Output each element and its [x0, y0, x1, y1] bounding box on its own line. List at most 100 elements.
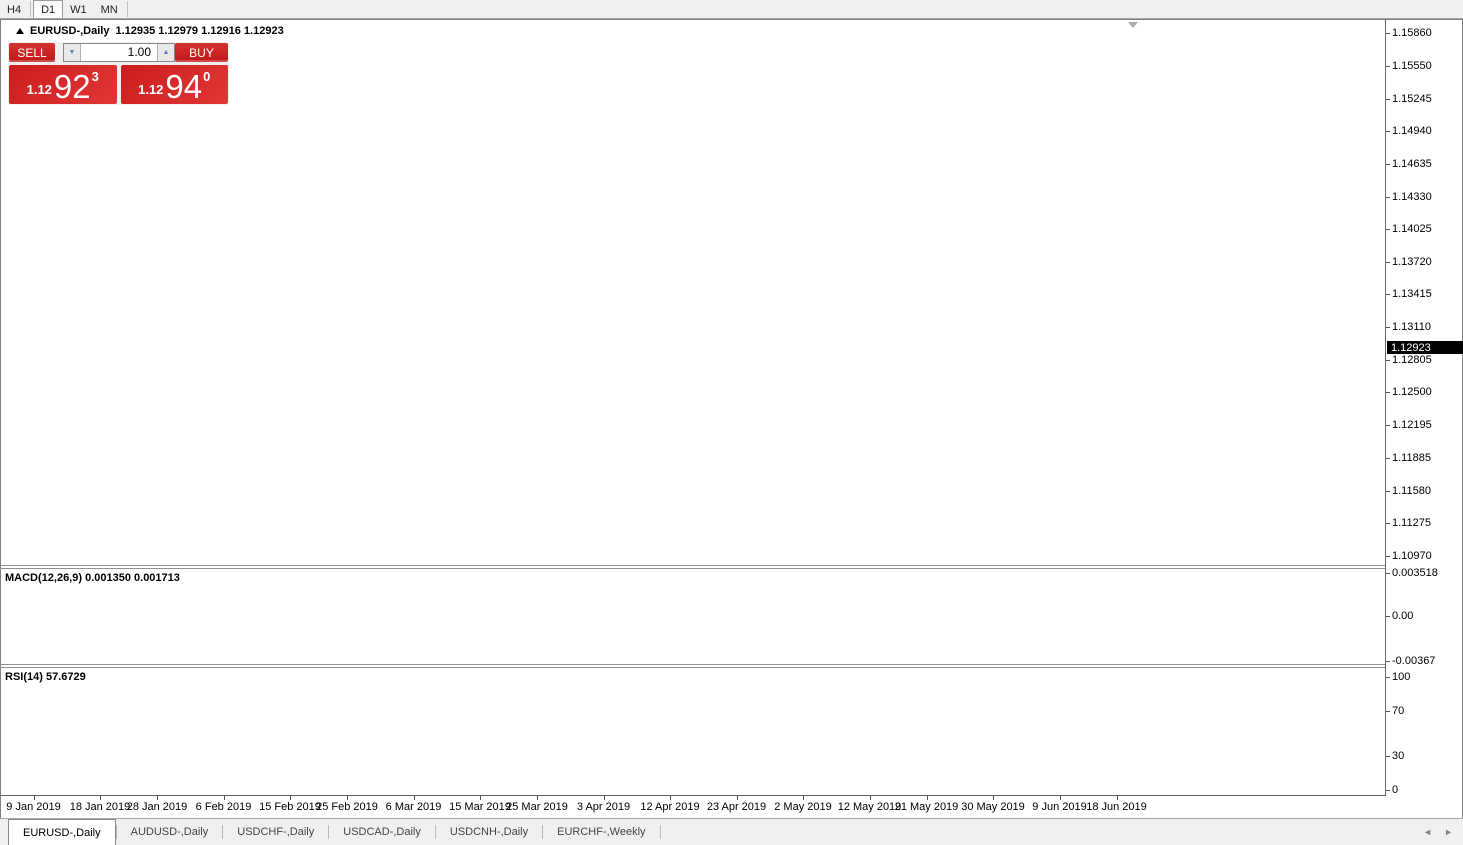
axis-tick — [1386, 197, 1390, 198]
date-label: 15 Mar 2019 — [449, 801, 511, 813]
price-axis-label: 1.15860 — [1392, 27, 1432, 39]
period-button-w1[interactable]: W1 — [63, 0, 94, 18]
symbol-tab-audusd[interactable]: AUDUSD-,Daily — [117, 819, 223, 845]
date-axis-separator — [0, 795, 1385, 796]
axis-tick — [1386, 33, 1390, 34]
axis-tick — [1386, 458, 1390, 459]
axis-tick — [1386, 229, 1390, 230]
period-button-mn[interactable]: MN — [94, 0, 125, 18]
toolbar-separator — [30, 1, 31, 17]
chart-shift-marker-icon[interactable] — [1128, 22, 1138, 28]
volume-increase-icon[interactable]: ▲ — [157, 44, 174, 61]
axis-tick — [1386, 294, 1390, 295]
symbol-tab-eurusd[interactable]: EURUSD-,Daily — [8, 819, 116, 845]
date-label: 30 May 2019 — [961, 801, 1025, 813]
date-label: 6 Mar 2019 — [386, 801, 442, 813]
tab-scroll-arrows: ◄► — [1423, 819, 1463, 845]
symbol-tab-usdchf[interactable]: USDCHF-,Daily — [223, 819, 328, 845]
macd-panel-divider[interactable] — [0, 568, 1385, 569]
period-button-h4[interactable]: H4 — [0, 0, 28, 18]
price-axis-label: 1.11885 — [1392, 452, 1431, 464]
axis-tick — [1386, 425, 1390, 426]
price-axis-label: 1.15550 — [1392, 60, 1432, 72]
volume-stepper: ▼ 1.00 ▲ — [63, 43, 175, 62]
date-label: 6 Feb 2019 — [196, 801, 252, 813]
price-axis-label: 1.14635 — [1392, 158, 1432, 170]
macd-axis-label: -0.00367 — [1392, 655, 1435, 667]
axis-tick — [1386, 677, 1390, 678]
chart-window-frame — [0, 19, 1463, 819]
symbol-tab-usdcnh[interactable]: USDCNH-,Daily — [436, 819, 542, 845]
date-label: 23 Apr 2019 — [707, 801, 766, 813]
date-label: 15 Feb 2019 — [259, 801, 321, 813]
current-price-tag: 1.12923 — [1387, 341, 1463, 354]
sell-button[interactable]: SELL — [9, 43, 55, 62]
rsi-panel-divider[interactable] — [0, 667, 1385, 668]
tab-scroll-left-icon[interactable]: ◄ — [1423, 827, 1432, 837]
sell-price-display[interactable]: 1.12 92 3 — [9, 65, 117, 104]
price-axis-label: 1.13110 — [1392, 321, 1431, 333]
buy-price-display[interactable]: 1.12 94 0 — [121, 65, 229, 104]
buy-price-pipette: 0 — [203, 69, 210, 84]
date-tick — [1117, 796, 1118, 800]
axis-tick — [1386, 711, 1390, 712]
macd-axis-label: 0.003518 — [1392, 567, 1438, 579]
price-axis-label: 1.11580 — [1392, 485, 1431, 497]
date-tick — [737, 796, 738, 800]
axis-tick — [1386, 99, 1390, 100]
price-axis-label: 1.14940 — [1392, 125, 1432, 137]
date-tick — [803, 796, 804, 800]
rsi-panel-divider[interactable] — [0, 664, 1385, 665]
price-axis-label: 1.13720 — [1392, 256, 1432, 268]
date-tick — [870, 796, 871, 800]
date-label: 3 Apr 2019 — [577, 801, 630, 813]
macd-panel-divider[interactable] — [0, 565, 1385, 566]
date-label: 25 Mar 2019 — [506, 801, 568, 813]
date-label: 18 Jan 2019 — [70, 801, 131, 813]
axis-tick — [1386, 756, 1390, 757]
date-label: 28 Jan 2019 — [127, 801, 188, 813]
sell-price-prefix: 1.12 — [27, 82, 52, 97]
date-tick — [1060, 796, 1061, 800]
rsi-axis-label: 30 — [1392, 750, 1404, 762]
date-label: 25 Feb 2019 — [316, 801, 378, 813]
date-tick — [480, 796, 481, 800]
collapse-panel-icon[interactable] — [16, 28, 24, 34]
date-tick — [670, 796, 671, 800]
axis-tick — [1386, 164, 1390, 165]
date-tick — [100, 796, 101, 800]
price-axis-label: 1.10970 — [1392, 550, 1432, 562]
macd-axis-label: 0.00 — [1392, 610, 1413, 622]
axis-tick — [1386, 616, 1390, 617]
date-tick — [224, 796, 225, 800]
axis-tick — [1386, 573, 1390, 574]
macd-label: MACD(12,26,9) 0.001350 0.001713 — [5, 572, 180, 584]
price-axis-label: 1.12195 — [1392, 419, 1432, 431]
symbol-tab-eurchf[interactable]: EURCHF-,Weekly — [543, 819, 659, 845]
date-label: 21 May 2019 — [895, 801, 959, 813]
axis-tick — [1386, 556, 1390, 557]
buy-button[interactable]: BUY — [175, 43, 228, 62]
sell-price-pipette: 3 — [92, 69, 99, 84]
date-label: 12 May 2019 — [838, 801, 902, 813]
axis-tick — [1386, 360, 1390, 361]
date-tick — [604, 796, 605, 800]
symbol-tab-usdcad[interactable]: USDCAD-,Daily — [329, 819, 435, 845]
symbol-period-label: EURUSD-,Daily — [30, 25, 109, 37]
buy-price-big-digits: 94 — [165, 72, 202, 102]
axis-tick — [1386, 66, 1390, 67]
date-tick — [290, 796, 291, 800]
rsi-axis-label: 0 — [1392, 784, 1398, 796]
date-label: 18 Jun 2019 — [1086, 801, 1147, 813]
axis-tick — [1386, 392, 1390, 393]
period-button-d1[interactable]: D1 — [33, 0, 63, 18]
date-label: 12 Apr 2019 — [640, 801, 699, 813]
date-label: 9 Jun 2019 — [1032, 801, 1086, 813]
volume-input[interactable]: 1.00 — [81, 44, 157, 61]
axis-tick — [1386, 327, 1390, 328]
tab-scroll-right-icon[interactable]: ► — [1444, 827, 1453, 837]
price-axis-label: 1.13415 — [1392, 288, 1432, 300]
volume-decrease-icon[interactable]: ▼ — [64, 44, 81, 61]
rsi-axis-label: 70 — [1392, 705, 1404, 717]
date-tick — [414, 796, 415, 800]
